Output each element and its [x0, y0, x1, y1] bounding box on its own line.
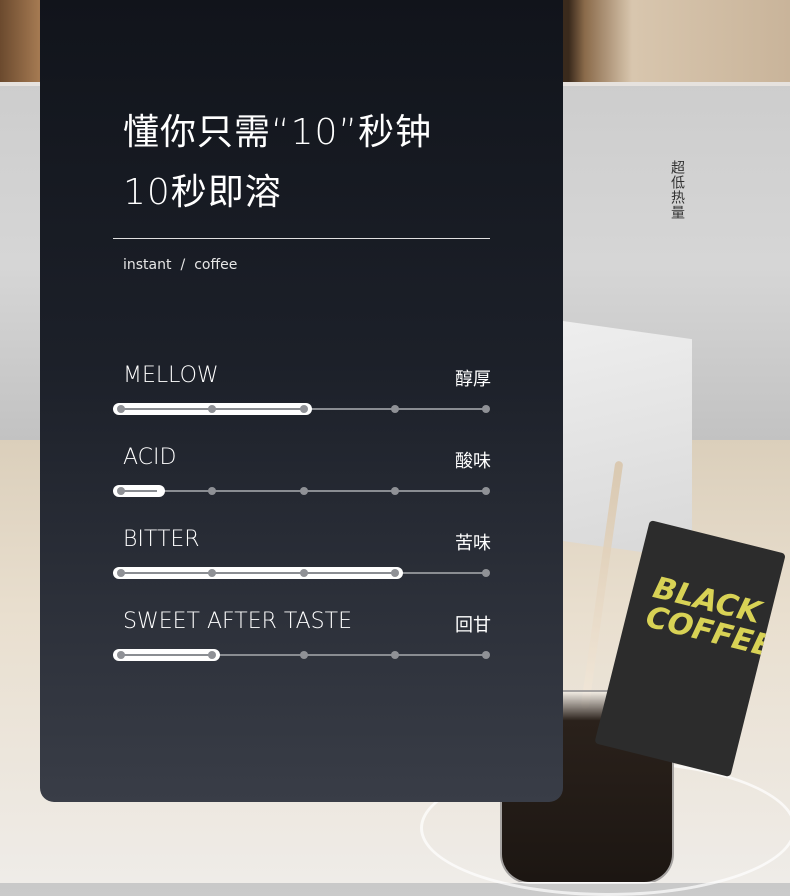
attribute-label-cn: 醇厚	[455, 369, 491, 390]
scale-dot	[299, 405, 308, 413]
attribute-mellow: MELLOW 醇厚	[113, 363, 491, 415]
level-scale	[113, 485, 491, 497]
product-box	[562, 320, 692, 560]
sachet-logo: BLACK COFFEE	[642, 570, 777, 665]
attribute-sweet-after-taste: SWEET AFTER TASTE 回甘	[113, 609, 491, 661]
scale-dot	[390, 651, 399, 659]
attribute-label-cn: 回甘	[455, 615, 491, 636]
level-scale	[113, 403, 491, 415]
attribute-label-cn: 酸味	[455, 451, 491, 472]
info-card: 懂你只需“10”秒钟 10秒即溶 instant / coffee MELLOW 醇…	[40, 0, 563, 802]
headline-line1: 懂你只需“10”秒钟	[123, 112, 433, 153]
scale-dot	[299, 487, 308, 495]
scale-dot	[390, 487, 399, 495]
attribute-label: BITTER	[123, 527, 200, 552]
scale-dot	[482, 569, 490, 577]
level-fill	[113, 649, 221, 661]
attribute-label: SWEET AFTER TASTE	[123, 609, 352, 634]
scale-dot	[482, 651, 490, 659]
scale-dot	[117, 487, 125, 495]
tags: instant / coffee	[123, 257, 237, 273]
tag-coffee: coffee	[194, 257, 238, 273]
scale-dot	[117, 651, 125, 659]
attribute-label: ACID	[123, 445, 177, 470]
tag-separator: /	[180, 257, 186, 273]
scale-dot	[299, 651, 308, 659]
tag-instant: instant	[123, 257, 172, 273]
scale-dot	[117, 569, 125, 577]
divider	[113, 238, 490, 239]
scale-dot	[117, 405, 125, 413]
attribute-acid: ACID 酸味	[113, 445, 491, 497]
scale-dot	[390, 405, 399, 413]
attribute-label: MELLOW	[123, 363, 219, 388]
scale-dot	[390, 569, 399, 577]
level-scale	[113, 649, 491, 661]
headline-line2: 10秒即溶	[123, 172, 282, 213]
side-caption: 超低热量	[669, 160, 685, 220]
scale-dot	[482, 487, 490, 495]
scale-dot	[482, 405, 490, 413]
scale-dot	[208, 487, 217, 495]
attribute-label-cn: 苦味	[455, 533, 491, 554]
level-scale	[113, 567, 491, 579]
scale-dot	[299, 569, 308, 577]
attribute-bitter: BITTER 苦味	[113, 527, 491, 579]
level-fill	[113, 567, 403, 579]
